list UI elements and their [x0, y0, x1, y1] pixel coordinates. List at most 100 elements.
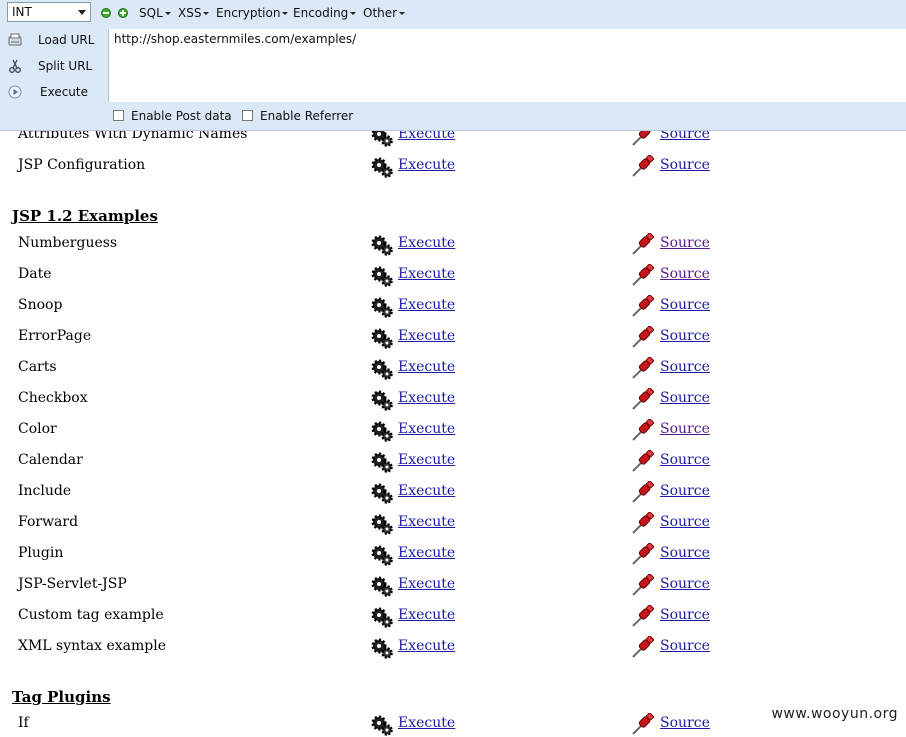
example-row: Calendar Execute Source	[0, 450, 906, 474]
menu-xss[interactable]: XSS	[178, 5, 210, 21]
caret-down-icon	[350, 12, 357, 15]
execute-link[interactable]: Execute	[398, 297, 455, 313]
example-name: Color	[18, 421, 57, 437]
example-name: Forward	[18, 514, 79, 530]
url-textarea[interactable]: http://shop.easternmiles.com/examples/	[108, 29, 906, 102]
referrer-checkbox-box[interactable]	[242, 110, 253, 121]
source-link[interactable]: Source	[660, 266, 710, 282]
example-name: ErrorPage	[18, 328, 92, 344]
example-row: Include Execute Source	[0, 481, 906, 505]
source-link[interactable]: Source	[660, 452, 710, 468]
red-pushpin-icon	[632, 512, 654, 534]
example-name: Date	[18, 266, 52, 282]
red-pushpin-icon	[632, 636, 654, 658]
example-row: Carts Execute Source	[0, 357, 906, 381]
section-title-tag-plugins: Tag Plugins	[12, 688, 111, 706]
execute-link[interactable]: Execute	[398, 359, 455, 375]
menu-encoding[interactable]: Encoding	[293, 5, 357, 21]
execute-link[interactable]: Execute	[398, 576, 455, 592]
gears-icon	[371, 297, 393, 318]
source-link[interactable]: Source	[660, 157, 710, 173]
source-link[interactable]: Source	[660, 607, 710, 623]
example-row: Checkbox Execute Source	[0, 388, 906, 412]
source-link[interactable]: Source	[660, 297, 710, 313]
load-url-button[interactable]: Load URL	[4, 29, 104, 51]
red-pushpin-icon	[632, 357, 654, 379]
source-link[interactable]: Source	[660, 514, 710, 530]
source-link[interactable]: Source	[660, 390, 710, 406]
source-link[interactable]: Source	[660, 545, 710, 561]
example-row: Numberguess Execute Source	[0, 233, 906, 257]
execute-link[interactable]: Execute	[398, 607, 455, 623]
execute-link[interactable]: Execute	[398, 483, 455, 499]
execute-link[interactable]: Execute	[398, 328, 455, 344]
execute-link[interactable]: Execute	[398, 390, 455, 406]
example-row: Custom tag example Execute Source	[0, 605, 906, 629]
encoding-select[interactable]: INT	[7, 2, 91, 22]
menu-encoding-label: Encoding	[293, 6, 349, 20]
red-pushpin-icon	[632, 450, 654, 472]
source-link[interactable]: Source	[660, 421, 710, 437]
red-pushpin-icon	[632, 481, 654, 503]
red-pushpin-icon	[632, 419, 654, 441]
caret-down-icon	[203, 12, 210, 15]
red-pushpin-icon	[632, 233, 654, 255]
execute-link[interactable]: Execute	[398, 514, 455, 530]
caret-down-icon	[399, 12, 406, 15]
post-data-checkbox-box[interactable]	[113, 110, 124, 121]
gears-icon	[371, 715, 393, 736]
execute-link[interactable]: Execute	[398, 421, 455, 437]
example-row: Plugin Execute Source	[0, 543, 906, 567]
red-pushpin-icon	[632, 155, 654, 177]
source-link[interactable]: Source	[660, 638, 710, 654]
red-pushpin-icon	[632, 605, 654, 627]
gears-icon	[371, 157, 393, 178]
execute-button[interactable]: Execute	[4, 81, 104, 103]
execute-link[interactable]: Execute	[398, 157, 455, 173]
gears-icon	[371, 483, 393, 504]
example-name: Numberguess	[18, 235, 118, 251]
example-row: Date Execute Source	[0, 264, 906, 288]
source-link[interactable]: Source	[660, 483, 710, 499]
menu-encryption[interactable]: Encryption	[216, 5, 289, 21]
source-link[interactable]: Source	[660, 328, 710, 344]
split-url-button[interactable]: Split URL	[4, 55, 104, 77]
example-name: If	[18, 715, 29, 731]
menu-encryption-label: Encryption	[216, 6, 281, 20]
section-title-jsp12: JSP 1.2 Examples	[12, 207, 158, 225]
example-row: ErrorPage Execute Source	[0, 326, 906, 350]
play-circle-icon	[8, 85, 22, 99]
decrease-icon[interactable]	[101, 8, 111, 18]
load-url-label: Load URL	[38, 33, 95, 47]
example-row: XML syntax example Execute Source	[0, 636, 906, 660]
source-link[interactable]: Source	[660, 359, 710, 375]
source-link[interactable]: Source	[660, 715, 710, 731]
gears-icon	[371, 235, 393, 256]
source-link[interactable]: Source	[660, 235, 710, 251]
execute-link[interactable]: Execute	[398, 638, 455, 654]
execute-link[interactable]: Execute	[398, 235, 455, 251]
split-url-label: Split URL	[38, 59, 93, 73]
red-pushpin-icon	[632, 574, 654, 596]
menu-other-label: Other	[363, 6, 398, 20]
menu-xss-label: XSS	[178, 6, 202, 20]
execute-link[interactable]: Execute	[398, 545, 455, 561]
execute-link[interactable]: Execute	[398, 266, 455, 282]
gears-icon	[371, 545, 393, 566]
gears-icon	[371, 359, 393, 380]
execute-link[interactable]: Execute	[398, 452, 455, 468]
gears-icon	[371, 328, 393, 349]
split-scissors-icon	[9, 59, 21, 73]
menu-other[interactable]: Other	[363, 5, 406, 21]
red-pushpin-icon	[632, 713, 654, 735]
example-name: Include	[18, 483, 72, 499]
load-url-icon	[8, 33, 22, 46]
menu-sql[interactable]: SQL	[139, 5, 171, 21]
execute-link[interactable]: Execute	[398, 715, 455, 731]
example-row: Snoop Execute Source	[0, 295, 906, 319]
gears-icon	[371, 514, 393, 535]
red-pushpin-icon	[632, 388, 654, 410]
increase-icon[interactable]	[118, 8, 128, 18]
example-row: Color Execute Source	[0, 419, 906, 443]
source-link[interactable]: Source	[660, 576, 710, 592]
